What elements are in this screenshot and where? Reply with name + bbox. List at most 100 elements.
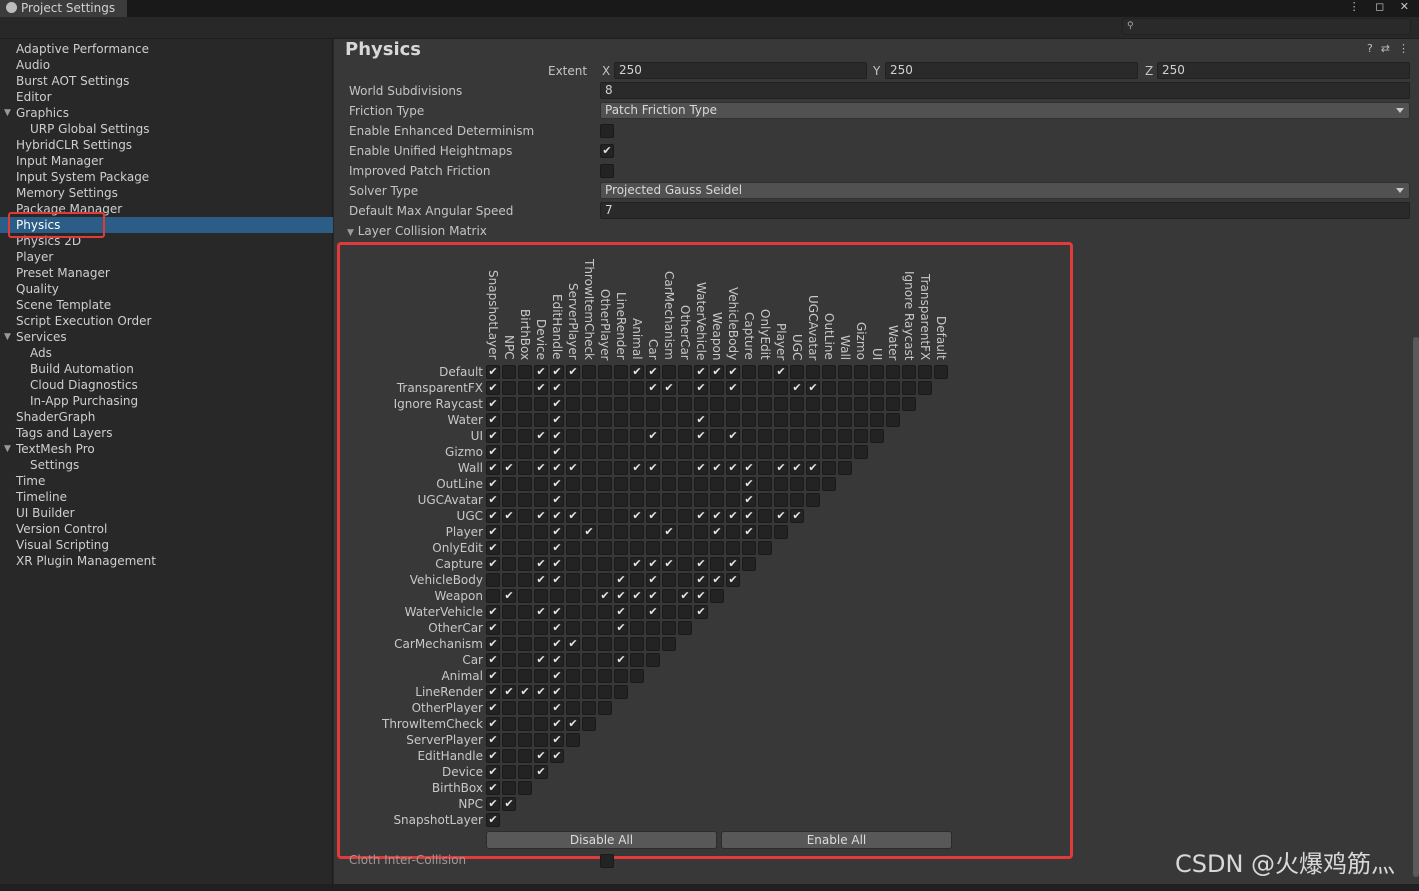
matrix-checkbox[interactable]: ✔ <box>710 365 724 379</box>
matrix-checkbox[interactable] <box>806 365 820 379</box>
matrix-checkbox[interactable]: ✔ <box>726 461 740 475</box>
matrix-checkbox[interactable] <box>566 477 580 491</box>
matrix-checkbox[interactable]: ✔ <box>550 541 564 555</box>
matrix-checkbox[interactable] <box>582 413 596 427</box>
main-scrollbar[interactable] <box>1413 337 1419 877</box>
matrix-checkbox[interactable]: ✔ <box>534 365 548 379</box>
sidebar-item-build-automation[interactable]: Build Automation <box>30 361 134 377</box>
sidebar-item-audio[interactable]: Audio <box>16 57 50 73</box>
matrix-checkbox[interactable] <box>534 733 548 747</box>
max-angular-speed-field[interactable]: 7 <box>600 202 1410 219</box>
matrix-checkbox[interactable] <box>502 653 516 667</box>
sidebar-item-input-manager[interactable]: Input Manager <box>16 153 104 169</box>
matrix-checkbox[interactable]: ✔ <box>534 381 548 395</box>
matrix-checkbox[interactable] <box>822 413 836 427</box>
matrix-checkbox[interactable]: ✔ <box>614 589 628 603</box>
matrix-checkbox[interactable]: ✔ <box>550 685 564 699</box>
matrix-checkbox[interactable] <box>678 429 692 443</box>
sidebar-item-adaptive-performance[interactable]: Adaptive Performance <box>16 41 149 57</box>
matrix-checkbox[interactable]: ✔ <box>486 749 500 763</box>
matrix-checkbox[interactable]: ✔ <box>502 685 516 699</box>
matrix-checkbox[interactable] <box>774 525 788 539</box>
matrix-checkbox[interactable] <box>662 461 676 475</box>
matrix-checkbox[interactable] <box>518 653 532 667</box>
matrix-checkbox[interactable] <box>598 413 612 427</box>
matrix-checkbox[interactable] <box>646 445 660 459</box>
matrix-checkbox[interactable]: ✔ <box>646 429 660 443</box>
extent-y-field[interactable]: 250 <box>885 62 1138 79</box>
matrix-checkbox[interactable] <box>502 397 516 411</box>
sidebar-item-tags-and-layers[interactable]: Tags and Layers <box>16 425 112 441</box>
extent-x-field[interactable]: 250 <box>614 62 867 79</box>
matrix-checkbox[interactable] <box>534 701 548 715</box>
matrix-checkbox[interactable] <box>502 765 516 779</box>
matrix-checkbox[interactable] <box>566 701 580 715</box>
matrix-checkbox[interactable]: ✔ <box>550 573 564 587</box>
matrix-checkbox[interactable] <box>758 461 772 475</box>
matrix-checkbox[interactable] <box>534 477 548 491</box>
matrix-checkbox[interactable] <box>662 621 676 635</box>
matrix-checkbox[interactable]: ✔ <box>646 381 660 395</box>
matrix-checkbox[interactable] <box>678 605 692 619</box>
matrix-checkbox[interactable] <box>870 381 884 395</box>
matrix-checkbox[interactable]: ✔ <box>486 781 500 795</box>
matrix-checkbox[interactable]: ✔ <box>710 573 724 587</box>
matrix-checkbox[interactable]: ✔ <box>646 557 660 571</box>
matrix-checkbox[interactable] <box>870 429 884 443</box>
matrix-checkbox[interactable] <box>502 557 516 571</box>
expand-arrow-icon[interactable]: ▼ <box>4 105 11 121</box>
matrix-checkbox[interactable] <box>614 493 628 507</box>
matrix-checkbox[interactable] <box>918 381 932 395</box>
matrix-checkbox[interactable] <box>518 477 532 491</box>
sidebar-item-ui-builder[interactable]: UI Builder <box>16 505 75 521</box>
matrix-checkbox[interactable] <box>934 365 948 379</box>
matrix-checkbox[interactable]: ✔ <box>710 461 724 475</box>
matrix-checkbox[interactable]: ✔ <box>646 589 660 603</box>
matrix-checkbox[interactable] <box>662 509 676 523</box>
matrix-checkbox[interactable]: ✔ <box>550 605 564 619</box>
matrix-checkbox[interactable] <box>566 605 580 619</box>
matrix-checkbox[interactable] <box>646 525 660 539</box>
matrix-checkbox[interactable] <box>518 397 532 411</box>
matrix-checkbox[interactable] <box>838 445 852 459</box>
matrix-checkbox[interactable] <box>518 413 532 427</box>
matrix-checkbox[interactable] <box>518 765 532 779</box>
matrix-checkbox[interactable] <box>614 541 628 555</box>
matrix-checkbox[interactable] <box>726 493 740 507</box>
matrix-checkbox[interactable] <box>502 621 516 635</box>
matrix-checkbox[interactable]: ✔ <box>726 557 740 571</box>
matrix-checkbox[interactable] <box>534 669 548 683</box>
matrix-checkbox[interactable] <box>758 541 772 555</box>
matrix-checkbox[interactable] <box>598 637 612 651</box>
matrix-checkbox[interactable] <box>646 477 660 491</box>
matrix-checkbox[interactable] <box>726 445 740 459</box>
matrix-checkbox[interactable] <box>614 397 628 411</box>
matrix-checkbox[interactable] <box>582 621 596 635</box>
matrix-checkbox[interactable]: ✔ <box>550 557 564 571</box>
matrix-checkbox[interactable] <box>678 541 692 555</box>
matrix-checkbox[interactable]: ✔ <box>550 493 564 507</box>
matrix-checkbox[interactable] <box>518 429 532 443</box>
matrix-checkbox[interactable]: ✔ <box>566 637 580 651</box>
matrix-checkbox[interactable] <box>518 461 532 475</box>
matrix-checkbox[interactable] <box>518 573 532 587</box>
matrix-checkbox[interactable] <box>726 541 740 555</box>
matrix-checkbox[interactable]: ✔ <box>550 413 564 427</box>
sidebar-item-visual-scripting[interactable]: Visual Scripting <box>16 537 109 553</box>
matrix-checkbox[interactable]: ✔ <box>790 381 804 395</box>
matrix-checkbox[interactable] <box>854 381 868 395</box>
sidebar-item-version-control[interactable]: Version Control <box>16 521 107 537</box>
matrix-checkbox[interactable]: ✔ <box>614 621 628 635</box>
matrix-checkbox[interactable] <box>710 477 724 491</box>
matrix-checkbox[interactable]: ✔ <box>486 797 500 811</box>
matrix-checkbox[interactable]: ✔ <box>742 493 756 507</box>
matrix-checkbox[interactable]: ✔ <box>726 429 740 443</box>
matrix-checkbox[interactable]: ✔ <box>502 509 516 523</box>
matrix-checkbox[interactable] <box>662 413 676 427</box>
matrix-checkbox[interactable] <box>838 365 852 379</box>
matrix-checkbox[interactable]: ✔ <box>614 605 628 619</box>
matrix-checkbox[interactable]: ✔ <box>806 461 820 475</box>
matrix-checkbox[interactable]: ✔ <box>550 653 564 667</box>
matrix-checkbox[interactable] <box>806 413 820 427</box>
matrix-checkbox[interactable] <box>582 429 596 443</box>
